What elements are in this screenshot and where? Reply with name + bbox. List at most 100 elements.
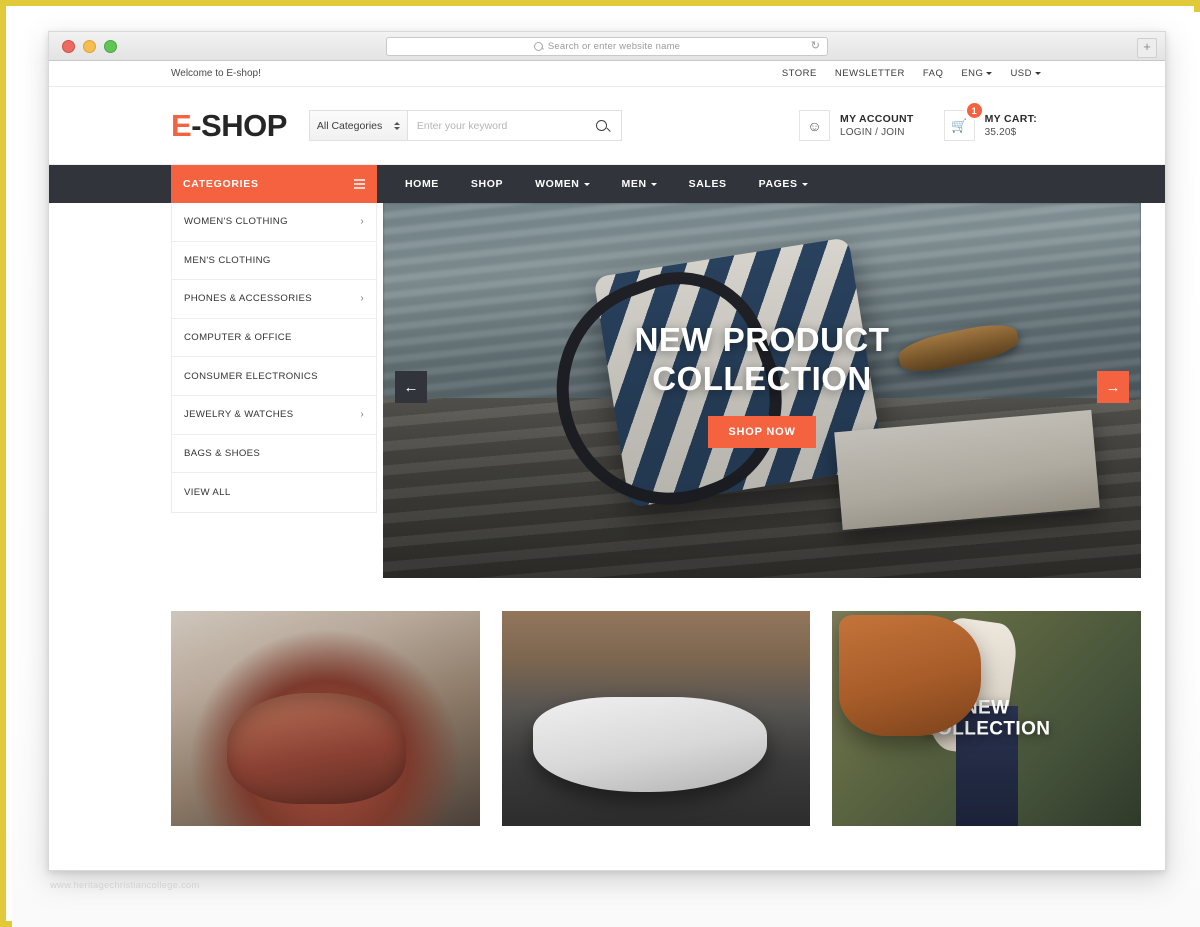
site-header: E-SHOP All Categories Enter your keyword…	[49, 87, 1165, 165]
close-window-button[interactable]	[62, 39, 75, 53]
categories-button-label: CATEGORIES	[183, 178, 259, 190]
logo-rest: -SHOP	[191, 108, 287, 143]
sidebar-item-label: PHONES & ACCESSORIES	[184, 293, 313, 305]
account-icon-button[interactable]: ☺	[799, 110, 831, 141]
chevron-down-icon	[583, 182, 590, 186]
logo-accent-letter: E	[171, 108, 192, 143]
chevron-down-icon	[801, 182, 808, 186]
new-tab-button[interactable]: +	[1137, 38, 1157, 58]
account-text[interactable]: MY ACCOUNT LOGIN / JOIN	[840, 112, 914, 140]
currency-selector[interactable]: USD	[1010, 68, 1041, 79]
hero-prev-button[interactable]: ←	[395, 371, 427, 403]
minimize-window-button[interactable]	[83, 39, 96, 53]
cart-count-badge: 1	[966, 103, 982, 118]
sidebar-item-consumer-electronics[interactable]: CONSUMER ELECTRONICS	[172, 357, 376, 396]
utility-links: STORE NEWSLETTER FAQ ENG USD	[782, 68, 1141, 79]
sidebar-item-label: MEN'S CLOTHING	[184, 254, 271, 266]
nav-item-sales-label: SALES	[688, 178, 727, 190]
welcome-message: Welcome to E-shop!	[171, 68, 261, 79]
chevron-right-icon: ›	[360, 292, 364, 304]
address-bar[interactable]: Search or enter website name ↻	[386, 36, 828, 56]
utility-link-store[interactable]: STORE	[782, 68, 817, 79]
hero-content: NEW PRODUCT COLLECTION SHOP NOW	[383, 321, 1141, 448]
main-area: WOMEN'S CLOTHING › MEN'S CLOTHING PHONES…	[49, 203, 1165, 578]
chevron-down-icon	[650, 182, 657, 186]
nav-item-shop[interactable]: SHOP	[455, 178, 519, 190]
category-select-value: All Categories	[316, 119, 383, 132]
site-logo[interactable]: E-SHOP	[171, 110, 287, 141]
nav-item-men[interactable]: MEN	[606, 178, 673, 190]
nav-item-men-label: MEN	[621, 178, 647, 190]
nav-item-shop-label: SHOP	[470, 178, 504, 190]
browser-titlebar: Search or enter website name ↻ +	[49, 32, 1165, 61]
hero-slider: NEW PRODUCT COLLECTION SHOP NOW ← →	[383, 203, 1141, 578]
search-icon	[596, 120, 608, 131]
cart-amount: 35.20$	[984, 126, 1017, 138]
promo-banner-shoes[interactable]: NEW COLLECTION	[501, 611, 811, 826]
hero-next-button[interactable]: →	[1097, 371, 1129, 403]
main-navigation: CATEGORIES HOME SHOP WOMEN MEN SALES PAG…	[49, 165, 1165, 203]
hero-title: NEW PRODUCT COLLECTION	[634, 321, 890, 397]
currency-selector-label: USD	[1010, 68, 1032, 79]
maximize-window-button[interactable]	[104, 39, 117, 53]
address-bar-placeholder: Search or enter website name	[547, 40, 681, 52]
search-submit-button[interactable]	[583, 111, 621, 140]
promo-banner-bags[interactable]: NEW COLLECTION	[171, 611, 480, 826]
nav-item-pages-label: PAGES	[758, 178, 798, 190]
sidebar-item-jewelry-watches[interactable]: JEWELRY & WATCHES ›	[172, 396, 376, 435]
language-selector-label: ENG	[961, 68, 984, 79]
sidebar-item-label: JEWELRY & WATCHES	[184, 409, 294, 421]
sidebar-item-view-all[interactable]: VIEW ALL	[172, 473, 376, 512]
cart-text[interactable]: MY CART: 35.20$	[985, 112, 1037, 140]
nav-links: HOME SHOP WOMEN MEN SALES PAGES	[377, 165, 824, 203]
website-content: Welcome to E-shop! STORE NEWSLETTER FAQ …	[49, 61, 1165, 870]
sidebar-item-womens-clothing[interactable]: WOMEN'S CLOTHING ›	[172, 203, 376, 242]
nav-item-women-label: WOMEN	[535, 178, 580, 190]
category-sidebar: WOMEN'S CLOTHING › MEN'S CLOTHING PHONES…	[171, 203, 377, 513]
sidebar-item-mens-clothing[interactable]: MEN'S CLOTHING	[172, 242, 376, 281]
sidebar-item-label: BAGS & SHOES	[184, 447, 261, 459]
menu-icon	[354, 179, 365, 189]
header-actions: ☺ MY ACCOUNT LOGIN / JOIN 🛒 1 MY CART: 3…	[799, 103, 1141, 141]
search-input[interactable]: Enter your keyword	[408, 111, 583, 140]
promo-caption: NEW COLLECTION	[261, 696, 390, 740]
page-frame: Search or enter website name ↻ + Welcome…	[0, 0, 1200, 927]
sidebar-item-bags-shoes[interactable]: BAGS & SHOES	[172, 435, 376, 474]
promo-caption: NEW COLLECTION	[922, 696, 1051, 740]
promo-banner-accessories[interactable]: NEW COLLECTION	[832, 611, 1142, 826]
sidebar-item-label: COMPUTER & OFFICE	[184, 332, 292, 344]
cart-title: MY CART:	[984, 112, 1037, 125]
nav-item-home-label: HOME	[405, 178, 439, 190]
promo-caption: NEW COLLECTION	[592, 696, 720, 740]
utility-link-newsletter[interactable]: NEWSLETTER	[835, 68, 905, 79]
watermark: www.heritagechristiancollege.com	[50, 880, 200, 891]
window-controls[interactable]	[62, 39, 117, 53]
promo-banners: NEW COLLECTION NEW COLLECTION NEW COLLEC…	[49, 578, 1165, 826]
reload-icon[interactable]: ↻	[811, 40, 820, 52]
chevron-right-icon: ›	[360, 408, 364, 420]
cart-icon: 🛒	[951, 118, 968, 133]
chevron-down-icon	[986, 71, 993, 75]
nav-item-home[interactable]: HOME	[389, 178, 455, 190]
shop-now-button[interactable]: SHOP NOW	[708, 415, 816, 448]
sidebar-item-label: VIEW ALL	[184, 486, 231, 498]
utility-link-faq[interactable]: FAQ	[923, 68, 944, 79]
nav-item-women[interactable]: WOMEN	[519, 178, 605, 190]
account-title: MY ACCOUNT	[840, 112, 914, 125]
sidebar-item-computer-office[interactable]: COMPUTER & OFFICE	[172, 319, 376, 358]
language-selector[interactable]: ENG	[961, 68, 993, 79]
sidebar-item-label: CONSUMER ELECTRONICS	[184, 370, 318, 382]
sidebar-item-phones-accessories[interactable]: PHONES & ACCESSORIES ›	[172, 280, 376, 319]
user-icon: ☺	[807, 117, 822, 134]
search-icon	[533, 41, 543, 51]
utility-topbar: Welcome to E-shop! STORE NEWSLETTER FAQ …	[49, 61, 1165, 87]
select-stepper-icon	[393, 121, 400, 130]
account-subtitle: LOGIN / JOIN	[840, 126, 905, 138]
chevron-down-icon	[1035, 71, 1041, 75]
categories-button[interactable]: CATEGORIES	[171, 165, 377, 203]
nav-item-sales[interactable]: SALES	[673, 178, 743, 190]
search-bar: All Categories Enter your keyword	[308, 110, 622, 141]
category-select[interactable]: All Categories	[309, 111, 408, 140]
cart-icon-button[interactable]: 🛒 1	[943, 103, 982, 141]
nav-item-pages[interactable]: PAGES	[743, 178, 824, 190]
